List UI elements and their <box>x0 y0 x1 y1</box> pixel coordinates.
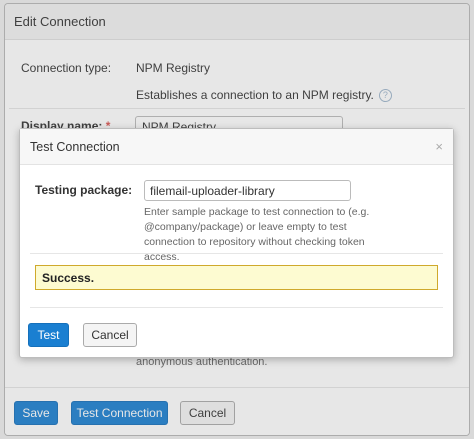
cancel-test-button[interactable]: Cancel <box>83 323 137 347</box>
divider <box>30 253 443 254</box>
testing-package-label: Testing package: <box>35 183 133 197</box>
test-button[interactable]: Test <box>28 323 69 347</box>
close-icon[interactable]: × <box>435 139 443 154</box>
test-connection-title: Test Connection <box>30 139 120 154</box>
testing-package-input[interactable] <box>144 180 351 201</box>
test-connection-header: Test Connection × <box>20 129 453 165</box>
testing-package-help: Enter sample package to test connection … <box>144 206 370 263</box>
success-message: Success. <box>35 265 438 290</box>
test-connection-dialog: Test Connection × Testing package: Enter… <box>19 128 454 358</box>
divider <box>30 307 443 308</box>
